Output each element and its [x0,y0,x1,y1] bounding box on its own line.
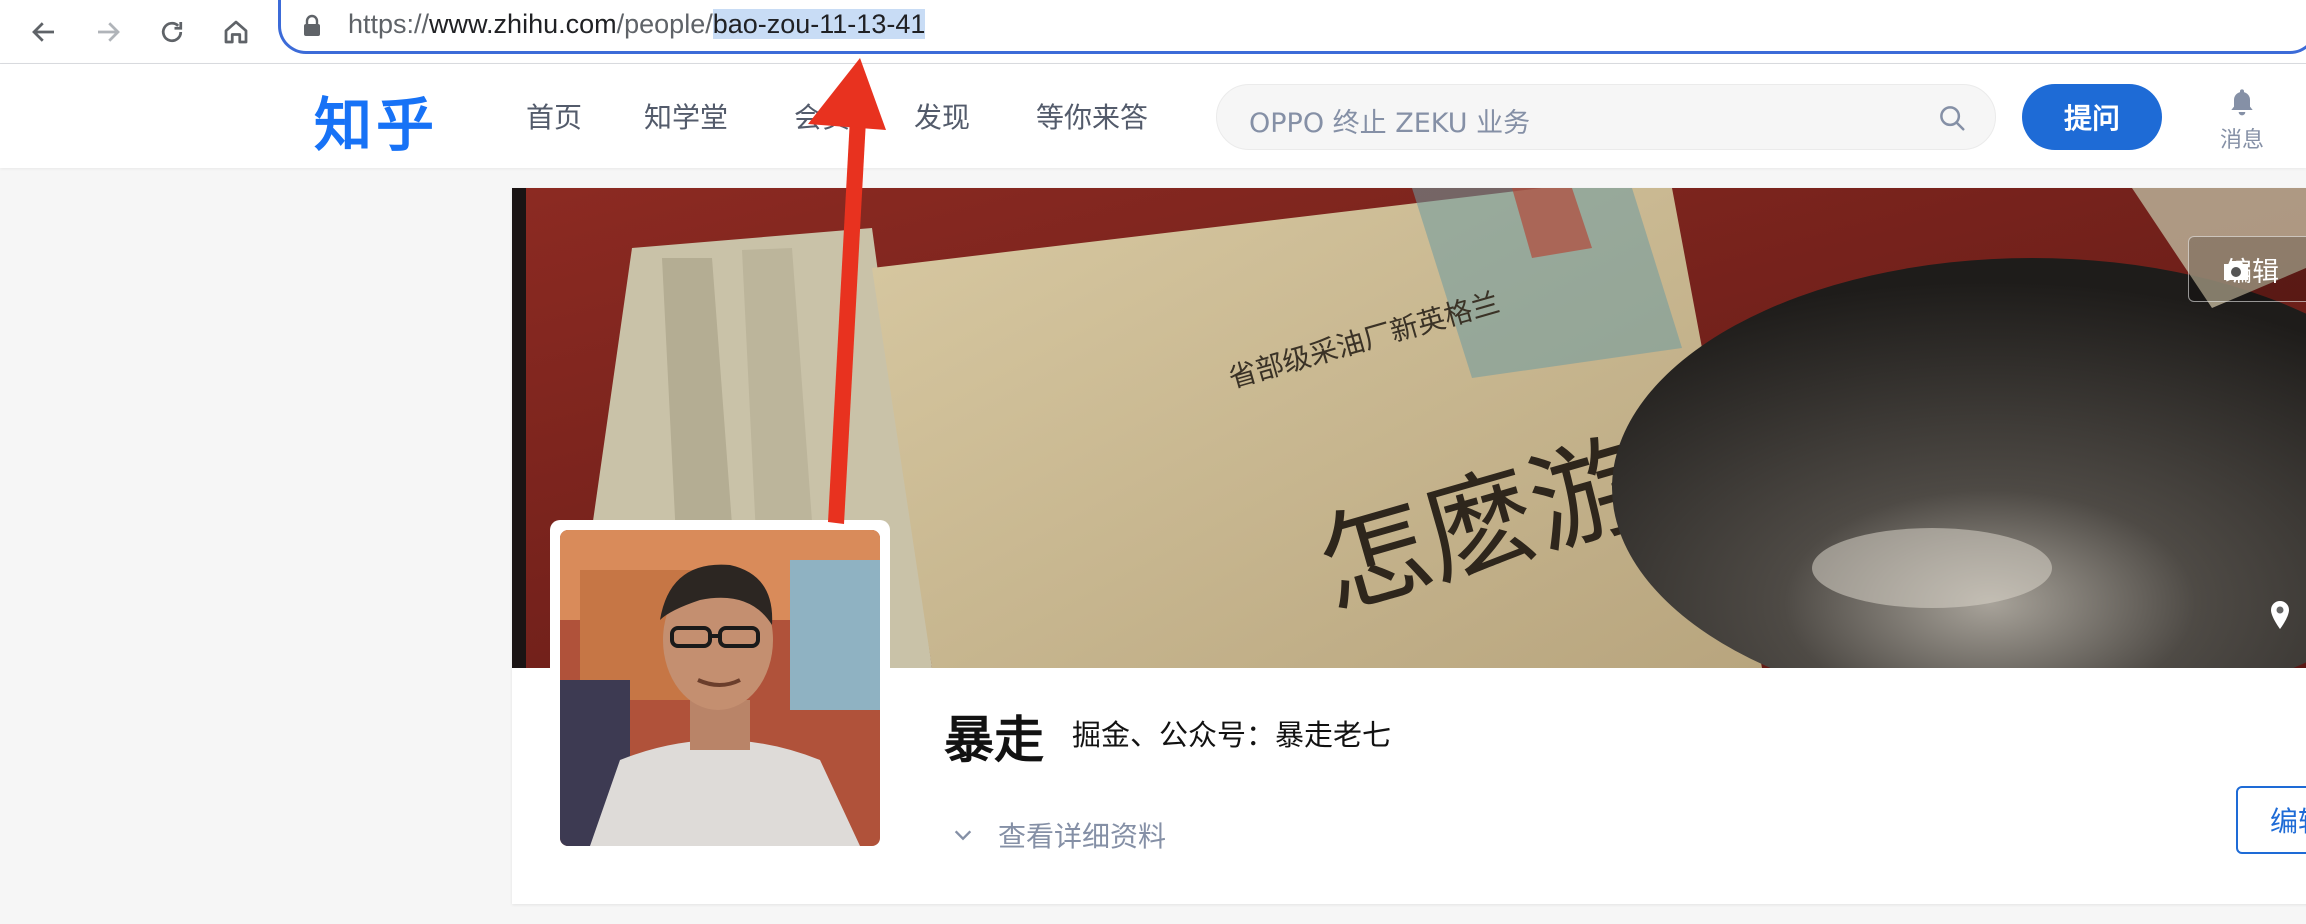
search-icon[interactable] [1937,103,1967,133]
search-placeholder: OPPO 终止 ZEKU 业务 [1249,108,1531,139]
avatar-photo [560,530,880,846]
nav-home[interactable]: 首页 [526,96,582,136]
back-icon [32,22,54,42]
location-pin-icon [2271,601,2289,629]
nav-zhixuetang[interactable]: 知学堂 [644,96,728,136]
avatar[interactable] [560,530,880,846]
site-header: 知乎 首页 知学堂 会员 发现 等你来答 OPPO 终止 ZEKU 业务 提问 … [0,64,2306,168]
reload-icon [161,21,183,43]
profile-headline: 掘金、公众号：暴走老七 [1072,718,1392,752]
profile-name: 暴走 [944,711,1044,769]
nav-discover[interactable]: 发现 [914,96,970,136]
back-button[interactable] [20,8,68,56]
bell-icon[interactable] [2226,86,2258,118]
ask-button[interactable]: 提问 [2022,84,2162,150]
zhihu-logo[interactable]: 知乎 [314,78,438,162]
search-input[interactable]: OPPO 终止 ZEKU 业务 [1216,84,1996,150]
forward-button[interactable] [84,8,132,56]
url-host: www.zhihu.com [429,9,617,39]
home-icon [224,20,248,44]
messages-label[interactable]: 消息 [2220,122,2264,154]
nav-waiting-answers[interactable]: 等你来答 [1036,96,1148,136]
url-text[interactable]: https://www.zhihu.com/people/bao-zou-11-… [348,9,926,40]
nav-vip[interactable]: 会员 [794,96,850,136]
reload-button[interactable] [148,8,196,56]
edit-profile-button[interactable]: 编辑 [2236,786,2306,854]
url-selected-segment: bao-zou-11-13-41 [712,9,926,39]
home-button[interactable] [212,8,260,56]
view-details-link[interactable]: 查看详细资料 [952,815,1166,855]
url-scheme: https:// [348,9,430,39]
chevron-down-icon [954,830,972,841]
view-details-label: 查看详细资料 [998,820,1167,853]
url-path: /people/ [616,9,713,39]
lock-icon [304,14,320,36]
forward-icon [98,22,120,42]
camera-icon [2224,261,2248,280]
